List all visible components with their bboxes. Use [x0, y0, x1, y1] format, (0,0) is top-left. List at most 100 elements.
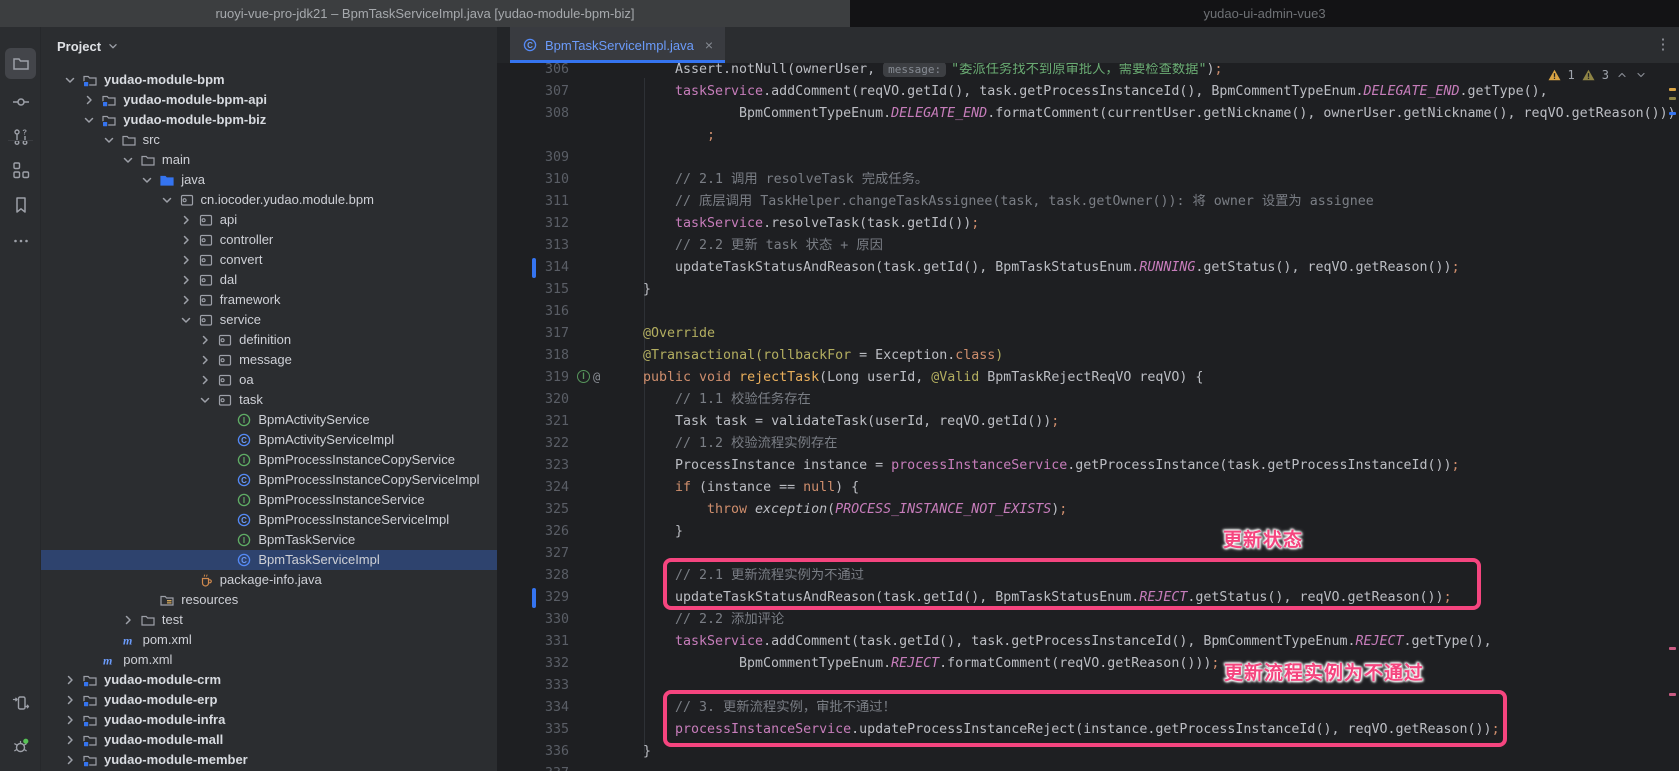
code-line-332[interactable]: 332BpmCommentTypeEnum.REJECT.formatComme… — [497, 653, 1679, 675]
implementing-method-icon[interactable]: I — [577, 370, 590, 383]
line-number[interactable]: 315 — [497, 279, 569, 301]
chevron-down-icon[interactable] — [178, 312, 194, 328]
code-line-319[interactable]: 319I@public void rejectTask(Long userId,… — [497, 367, 1679, 389]
tree-item-convert[interactable]: convert — [41, 250, 497, 270]
line-number[interactable]: 318 — [497, 345, 569, 367]
tree-item-bpmprocessinstanceservice[interactable]: IBpmProcessInstanceService — [41, 490, 497, 510]
more-icon[interactable] — [5, 225, 36, 256]
code-line-315[interactable]: 315} — [497, 279, 1679, 301]
line-number[interactable]: 332 — [497, 653, 569, 675]
chevron-right-icon[interactable] — [178, 232, 194, 248]
line-number[interactable]: 335 — [497, 719, 569, 741]
line-number[interactable]: 333 — [497, 675, 569, 697]
kebab-menu-icon[interactable]: ⋮ — [1653, 35, 1673, 55]
line-number[interactable]: 312 — [497, 213, 569, 235]
tree-item-controller[interactable]: controller — [41, 230, 497, 250]
tree-item-task[interactable]: task — [41, 390, 497, 410]
tree-item-java[interactable]: java — [41, 170, 497, 190]
chevron-right-icon[interactable] — [178, 212, 194, 228]
window-title-background[interactable]: yudao-ui-admin-vue3 — [850, 0, 1679, 27]
code-line-wrap[interactable]: ; — [497, 125, 1679, 147]
line-number[interactable]: 321 — [497, 411, 569, 433]
code-line-330[interactable]: 330// 2.2 添加评论 — [497, 609, 1679, 631]
tree-item-service[interactable]: service — [41, 310, 497, 330]
tree-item-pom-xml[interactable]: mpom.xml — [41, 630, 497, 650]
code-line-316[interactable]: 316 — [497, 301, 1679, 323]
code-line-322[interactable]: 322// 1.2 校验流程实例存在 — [497, 433, 1679, 455]
line-number[interactable]: 336 — [497, 741, 569, 763]
code-line-317[interactable]: 317@Override — [497, 323, 1679, 345]
line-number[interactable]: 325 — [497, 499, 569, 521]
line-number[interactable]: 317 — [497, 323, 569, 345]
code-line-323[interactable]: 323ProcessInstance instance = processIns… — [497, 455, 1679, 477]
tree-item-oa[interactable]: oa — [41, 370, 497, 390]
line-number[interactable]: 307 — [497, 81, 569, 103]
chevron-down-icon[interactable] — [139, 172, 155, 188]
structure-icon[interactable] — [5, 154, 36, 185]
annotation-gutter-icon[interactable]: @ — [593, 370, 600, 384]
chevron-right-icon[interactable] — [81, 92, 97, 108]
implements-gutter[interactable]: I@ — [577, 370, 600, 384]
tree-item-pom-xml[interactable]: mpom.xml — [41, 650, 497, 670]
line-number[interactable]: 334 — [497, 697, 569, 719]
tree-item-test[interactable]: test — [41, 610, 497, 630]
chevron-right-icon[interactable] — [197, 332, 213, 348]
stripe-mark[interactable] — [1669, 647, 1676, 650]
editor-tab[interactable]: C BpmTaskServiceImpl.java × — [510, 27, 725, 63]
code-line-318[interactable]: 318@Transactional(rollbackFor = Exceptio… — [497, 345, 1679, 367]
chevron-right-icon[interactable] — [62, 692, 78, 708]
stripe-warning-mark[interactable] — [1669, 97, 1676, 100]
tree-item-message[interactable]: message — [41, 350, 497, 370]
tree-item-cn-iocoder-yudao-module-bpm[interactable]: cn.iocoder.yudao.module.bpm — [41, 190, 497, 210]
line-number[interactable]: 309 — [497, 147, 569, 169]
chevron-right-icon[interactable] — [178, 252, 194, 268]
bookmarks-icon[interactable] — [5, 189, 36, 220]
line-number[interactable]: 331 — [497, 631, 569, 653]
line-number[interactable]: 323 — [497, 455, 569, 477]
tree-item-bpmprocessinstancecopyservice[interactable]: IBpmProcessInstanceCopyService — [41, 450, 497, 470]
code-line-320[interactable]: 320// 1.1 校验任务存在 — [497, 389, 1679, 411]
tree-item-package-info-java[interactable]: package-info.java — [41, 570, 497, 590]
chevron-right-icon[interactable] — [62, 712, 78, 728]
tree-item-yudao-module-bpm-biz[interactable]: yudao-module-bpm-biz — [41, 110, 497, 130]
tree-item-yudao-module-bpm-api[interactable]: yudao-module-bpm-api — [41, 90, 497, 110]
stripe-warning-mark[interactable] — [1669, 88, 1676, 91]
chevron-right-icon[interactable] — [62, 732, 78, 748]
line-number[interactable]: 322 — [497, 433, 569, 455]
chevron-right-icon[interactable] — [197, 352, 213, 368]
code-line-311[interactable]: 311// 底层调用 TaskHelper.changeTaskAssignee… — [497, 191, 1679, 213]
code-line-325[interactable]: 325throw exception(PROCESS_INSTANCE_NOT_… — [497, 499, 1679, 521]
line-number[interactable]: 319 — [497, 367, 569, 389]
chevron-down-icon[interactable] — [120, 152, 136, 168]
line-number[interactable]: 316 — [497, 301, 569, 323]
chevron-down-icon[interactable] — [62, 72, 78, 88]
tree-item-definition[interactable]: definition — [41, 330, 497, 350]
code-editor[interactable]: 1 3 306Assert.notNull(ownerUser, message… — [497, 63, 1679, 771]
code-line-312[interactable]: 312taskService.resolveTask(task.getId())… — [497, 213, 1679, 235]
tree-item-bpmtaskservice[interactable]: IBpmTaskService — [41, 530, 497, 550]
chevron-right-icon[interactable] — [197, 372, 213, 388]
tab-close-icon[interactable]: × — [705, 37, 713, 53]
tree-item-bpmtaskserviceimpl[interactable]: CBpmTaskServiceImpl — [41, 550, 497, 570]
code-line-310[interactable]: 310// 2.1 调用 resolveTask 完成任务。 — [497, 169, 1679, 191]
tree-item-api[interactable]: api — [41, 210, 497, 230]
tree-item-bpmactivityserviceimpl[interactable]: CBpmActivityServiceImpl — [41, 430, 497, 450]
code-line-314[interactable]: 314updateTaskStatusAndReason(task.getId(… — [497, 257, 1679, 279]
line-number[interactable]: 337 — [497, 763, 569, 771]
code-line-337[interactable]: 337 — [497, 763, 1679, 771]
commit-icon[interactable] — [5, 86, 36, 117]
code-line-306[interactable]: 306Assert.notNull(ownerUser, message:"委派… — [497, 63, 1679, 81]
code-line-324[interactable]: 324if (instance == null) { — [497, 477, 1679, 499]
chevron-down-icon[interactable] — [101, 132, 117, 148]
tree-item-bpmactivityservice[interactable]: IBpmActivityService — [41, 410, 497, 430]
line-number[interactable]: 328 — [497, 565, 569, 587]
tree-item-yudao-module-erp[interactable]: yudao-module-erp — [41, 690, 497, 710]
debug-icon[interactable] — [5, 730, 36, 761]
chevron-right-icon[interactable] — [120, 612, 136, 628]
code-line-309[interactable]: 309 — [497, 147, 1679, 169]
chevron-right-icon[interactable] — [62, 672, 78, 688]
tree-item-yudao-module-crm[interactable]: yudao-module-crm — [41, 670, 497, 690]
line-number[interactable]: 326 — [497, 521, 569, 543]
chevron-right-icon[interactable] — [62, 752, 78, 768]
tree-item-yudao-module-infra[interactable]: yudao-module-infra — [41, 710, 497, 730]
